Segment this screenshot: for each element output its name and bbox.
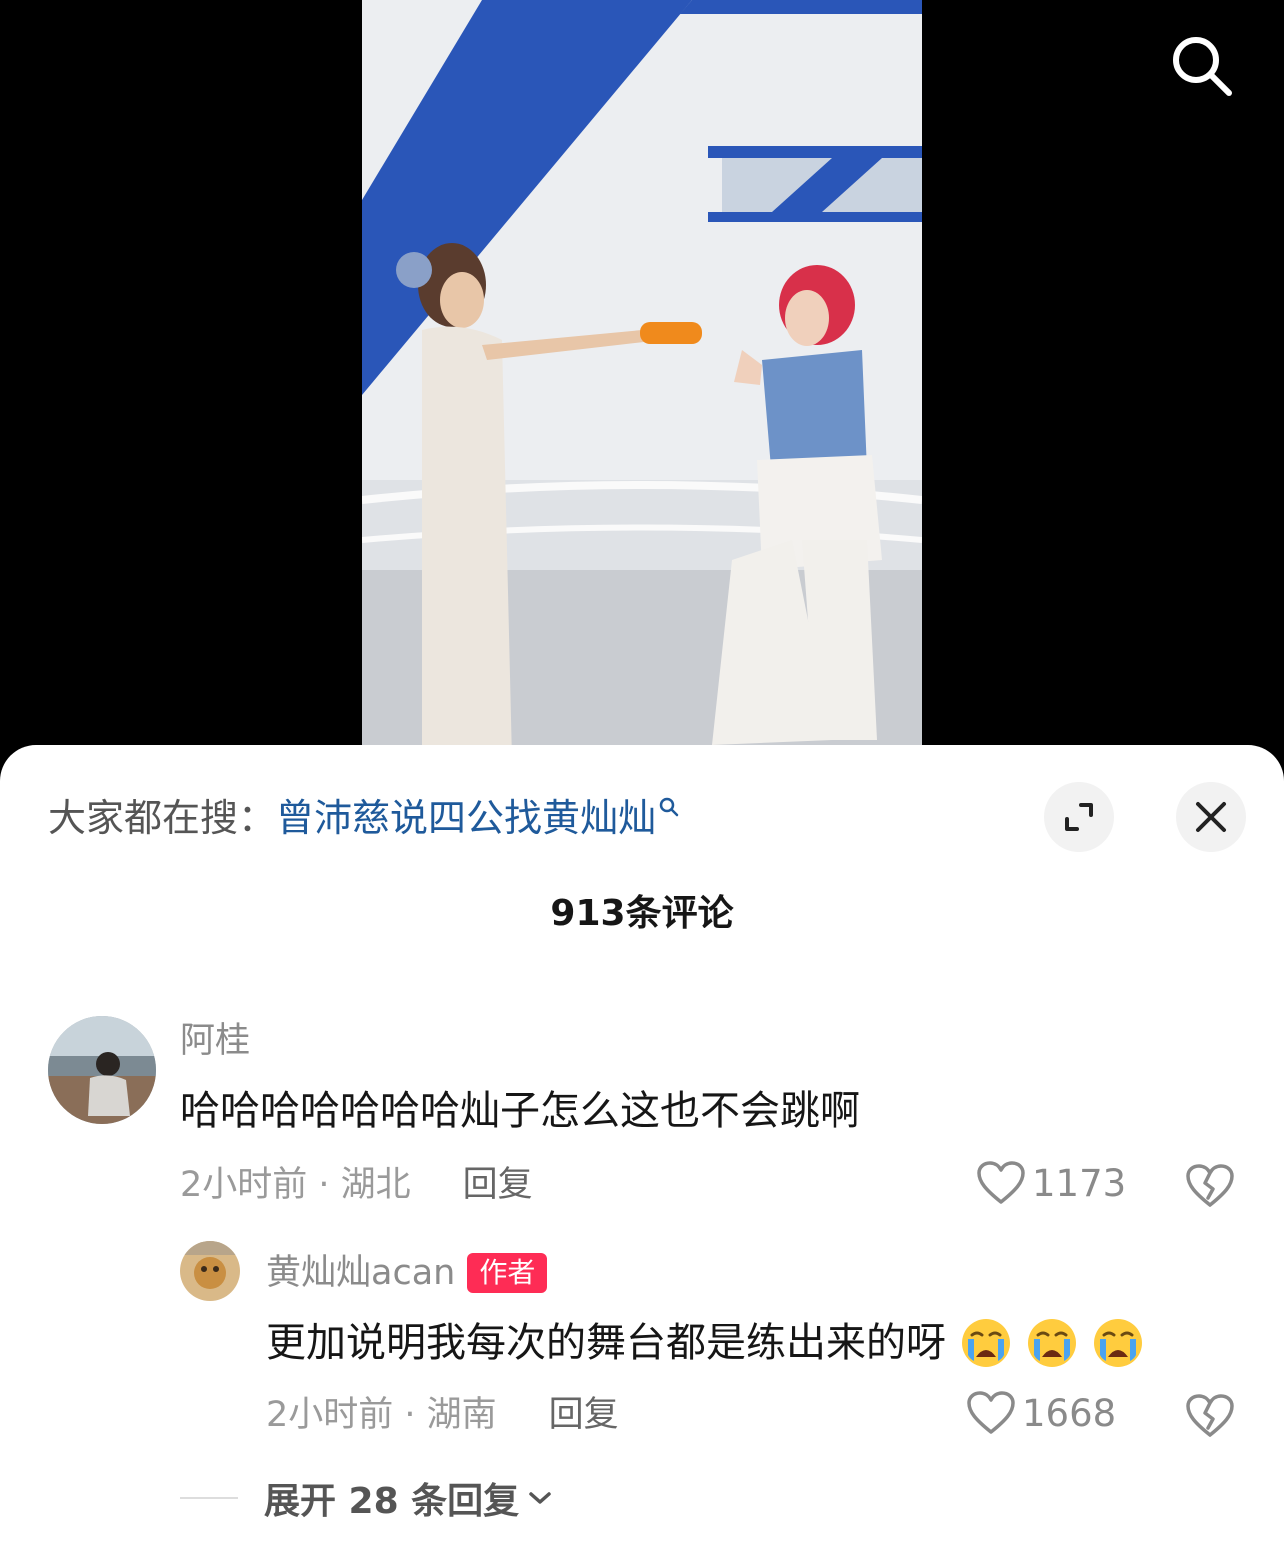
heart-icon <box>977 1161 1025 1204</box>
reply-dislike-button[interactable] <box>1182 1388 1238 1444</box>
trending-query-text: 曾沛慈说四公找黄灿灿 <box>276 796 657 840</box>
small-search-icon <box>659 797 679 817</box>
expand-icon <box>1065 803 1093 831</box>
broken-heart-icon <box>1186 1164 1234 1207</box>
reply-avatar-image <box>180 1241 240 1301</box>
chevron-down-icon <box>529 1492 551 1504</box>
reply-text-row: 更加说明我每次的舞台都是练出来的呀 <box>266 1316 1144 1370</box>
divider-line <box>180 1497 238 1499</box>
trending-label: 大家都在搜： <box>48 796 277 840</box>
loudly-crying-face-icon <box>962 1319 1010 1367</box>
search-icon <box>1173 37 1232 96</box>
reply-like-button[interactable]: 1668 <box>966 1390 1116 1436</box>
comment-count-title: 913条评论 <box>550 893 734 934</box>
expand-fullscreen-button[interactable] <box>1044 782 1114 852</box>
avatar-image <box>48 1016 156 1124</box>
heart-icon <box>967 1391 1015 1434</box>
like-count: 1173 <box>1032 1161 1127 1205</box>
avatar[interactable] <box>48 1016 156 1124</box>
author-badge: 作者 <box>467 1253 548 1293</box>
reply-avatar[interactable] <box>180 1241 240 1301</box>
loudly-crying-face-icon <box>1028 1319 1076 1367</box>
like-button[interactable]: 1173 <box>976 1160 1126 1206</box>
reply-time-location: 2小时前 · 湖南 <box>266 1395 497 1435</box>
broken-heart-icon <box>1186 1394 1234 1437</box>
expand-replies-button[interactable]: 展开 28 条回复 <box>180 1472 553 1524</box>
reply-like-count: 1668 <box>1022 1391 1117 1435</box>
reply-text: 更加说明我每次的舞台都是练出来的呀 <box>266 1320 946 1366</box>
close-button[interactable] <box>1176 782 1246 852</box>
comment-meta: 2小时前 · 湖北 回复 <box>180 1162 533 1208</box>
reply-username[interactable]: 黄灿灿acan <box>266 1250 455 1296</box>
search-button[interactable] <box>1162 26 1242 106</box>
comment-text: 哈哈哈哈哈哈哈灿子怎么这也不会跳啊 <box>180 1088 860 1134</box>
comment-time-location: 2小时前 · 湖北 <box>180 1165 411 1205</box>
close-icon <box>1196 802 1226 832</box>
reply-reply-button[interactable]: 回复 <box>549 1392 619 1438</box>
comment-username[interactable]: 阿桂 <box>180 1018 250 1064</box>
video-player[interactable] <box>0 0 1284 770</box>
expand-replies-label: 展开 28 条回复 <box>264 1481 520 1522</box>
trending-query-link[interactable]: 曾沛慈说四公找黄灿灿 <box>276 792 680 844</box>
dislike-button[interactable] <box>1182 1158 1238 1214</box>
trending-search-bar: 大家都在搜： 曾沛慈说四公找黄灿灿 <box>48 792 680 844</box>
loudly-crying-face-icon <box>1094 1319 1142 1367</box>
reply-button[interactable]: 回复 <box>463 1162 533 1208</box>
video-scene <box>362 0 922 770</box>
reply-username-row: 黄灿灿acan 作者 <box>266 1250 548 1296</box>
reply-meta: 2小时前 · 湖南 回复 <box>266 1392 619 1438</box>
video-frame[interactable] <box>362 0 922 770</box>
